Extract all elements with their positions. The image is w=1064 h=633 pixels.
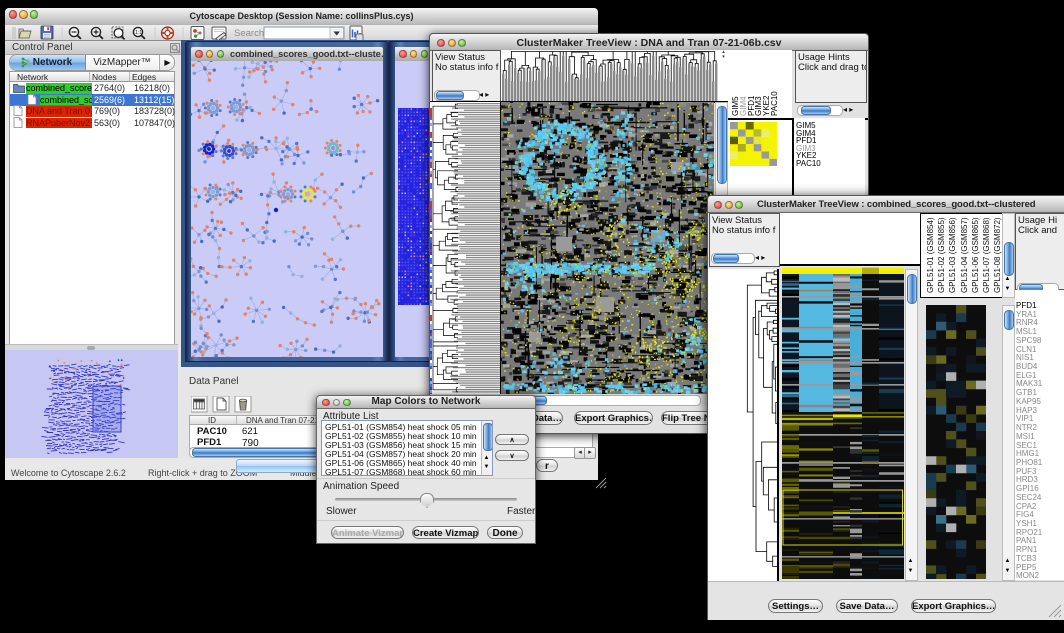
svg-text:Search:: Search: [234,28,267,39]
svg-text:1:1: 1:1 [135,30,142,36]
